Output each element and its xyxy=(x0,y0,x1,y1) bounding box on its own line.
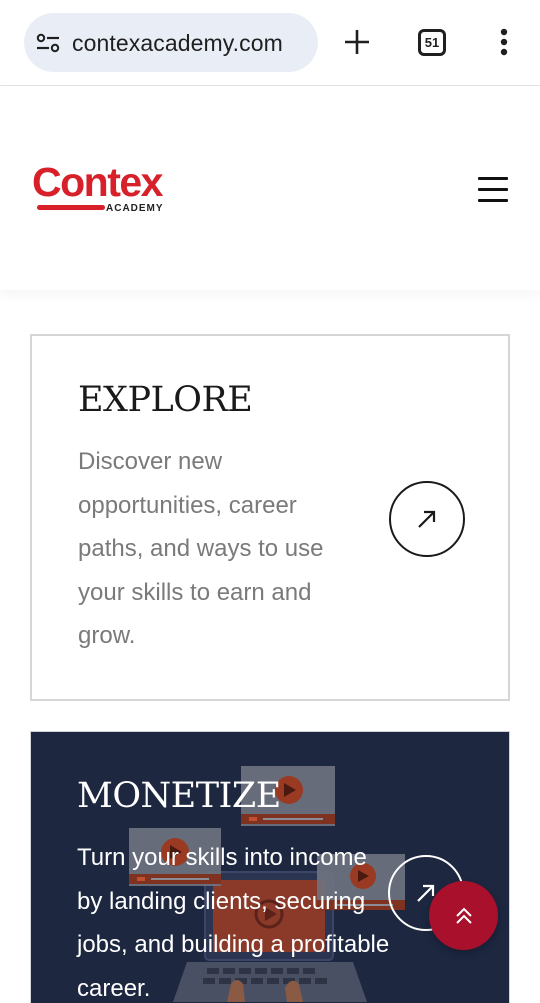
explore-card: EXPLORE Discover new opportunities, care… xyxy=(30,334,510,701)
arrow-up-right-icon xyxy=(418,510,436,528)
tab-count: 51 xyxy=(424,34,440,50)
logo-subtitle: ACADEMY xyxy=(106,203,164,214)
hamburger-icon[interactable] xyxy=(478,174,509,204)
browser-toolbar: contexacademy.com 51 xyxy=(0,0,540,86)
tune-icon[interactable] xyxy=(36,32,60,54)
explore-title: EXPLORE xyxy=(78,380,253,420)
plus-icon xyxy=(345,30,369,54)
url-text[interactable]: contexacademy.com xyxy=(72,30,283,57)
contex-academy-logo[interactable]: Contex ACADEMY xyxy=(32,160,172,220)
logo-underline xyxy=(37,205,105,210)
explore-link-button[interactable] xyxy=(389,481,465,557)
monetize-title: MONETIZE xyxy=(77,776,281,816)
scroll-to-top-button[interactable] xyxy=(429,881,498,950)
new-tab-button[interactable] xyxy=(339,24,375,60)
logo-wordmark: Contex xyxy=(32,159,163,205)
double-chevron-up-icon xyxy=(455,907,472,924)
address-bar[interactable]: contexacademy.com xyxy=(24,13,318,72)
site-header: Contex ACADEMY xyxy=(0,86,540,290)
tab-switcher-button[interactable]: 51 xyxy=(414,24,450,60)
explore-description: Discover new opportunities, career paths… xyxy=(78,448,324,649)
monetize-description: Turn your skills into income by landing … xyxy=(77,844,390,1002)
browser-menu-button[interactable] xyxy=(486,24,522,60)
more-vert-icon xyxy=(500,28,508,56)
monetize-card: MONETIZE Turn your skills into income by… xyxy=(30,731,510,1003)
tab-switcher-icon: 51 xyxy=(418,28,446,56)
